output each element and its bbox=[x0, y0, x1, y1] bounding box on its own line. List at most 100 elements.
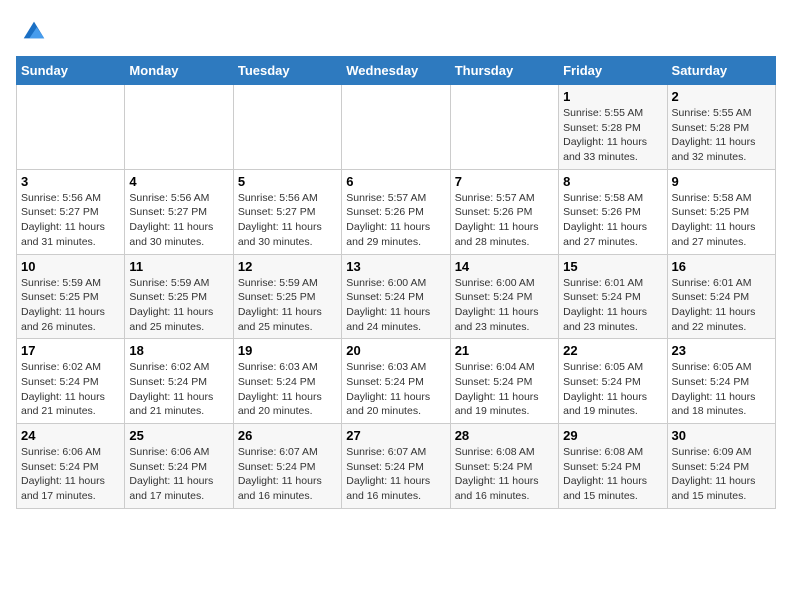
day-number: 11 bbox=[129, 259, 228, 274]
day-info: Sunrise: 6:04 AM Sunset: 5:24 PM Dayligh… bbox=[455, 360, 554, 419]
day-info: Sunrise: 6:03 AM Sunset: 5:24 PM Dayligh… bbox=[238, 360, 337, 419]
day-number: 8 bbox=[563, 174, 662, 189]
logo-icon bbox=[20, 16, 48, 44]
day-info: Sunrise: 6:07 AM Sunset: 5:24 PM Dayligh… bbox=[238, 445, 337, 504]
day-info: Sunrise: 6:03 AM Sunset: 5:24 PM Dayligh… bbox=[346, 360, 445, 419]
day-info: Sunrise: 5:57 AM Sunset: 5:26 PM Dayligh… bbox=[346, 191, 445, 250]
day-info: Sunrise: 6:08 AM Sunset: 5:24 PM Dayligh… bbox=[563, 445, 662, 504]
day-cell: 15Sunrise: 6:01 AM Sunset: 5:24 PM Dayli… bbox=[559, 254, 667, 339]
day-info: Sunrise: 5:56 AM Sunset: 5:27 PM Dayligh… bbox=[238, 191, 337, 250]
day-number: 21 bbox=[455, 343, 554, 358]
day-cell: 19 Sunrise: 6:03 AM Sunset: 5:24 PM Dayli… bbox=[233, 339, 341, 424]
day-number: 5 bbox=[238, 174, 337, 189]
day-cell bbox=[342, 85, 450, 170]
day-cell: 30 Sunrise: 6:09 AM Sunset: 5:24 PM Dayli… bbox=[667, 424, 775, 509]
day-cell: 4Sunrise: 5:56 AM Sunset: 5:27 PM Daylig… bbox=[125, 169, 233, 254]
day-number: 18 bbox=[129, 343, 228, 358]
calendar-table: SundayMondayTuesdayWednesdayThursdayFrid… bbox=[16, 56, 776, 509]
day-number: 22 bbox=[563, 343, 662, 358]
day-info: Sunrise: 5:59 AM Sunset: 5:25 PM Dayligh… bbox=[238, 276, 337, 335]
day-cell: 27Sunrise: 6:07 AM Sunset: 5:24 PM Dayli… bbox=[342, 424, 450, 509]
week-row-4: 17 Sunrise: 6:02 AM Sunset: 5:24 PM Dayli… bbox=[17, 339, 776, 424]
day-info: Sunrise: 6:01 AM Sunset: 5:24 PM Dayligh… bbox=[563, 276, 662, 335]
day-number: 17 bbox=[21, 343, 120, 358]
day-cell: 22 Sunrise: 6:05 AM Sunset: 5:24 PM Dayli… bbox=[559, 339, 667, 424]
day-cell: 12 Sunrise: 5:59 AM Sunset: 5:25 PM Dayli… bbox=[233, 254, 341, 339]
weekday-header-thursday: Thursday bbox=[450, 57, 558, 85]
logo bbox=[16, 16, 48, 44]
day-number: 3 bbox=[21, 174, 120, 189]
week-row-5: 24 Sunrise: 6:06 AM Sunset: 5:24 PM Dayli… bbox=[17, 424, 776, 509]
day-number: 1 bbox=[563, 89, 662, 104]
day-cell: 26 Sunrise: 6:07 AM Sunset: 5:24 PM Dayli… bbox=[233, 424, 341, 509]
day-cell: 18Sunrise: 6:02 AM Sunset: 5:24 PM Dayli… bbox=[125, 339, 233, 424]
day-cell bbox=[450, 85, 558, 170]
day-cell: 9Sunrise: 5:58 AM Sunset: 5:25 PM Daylig… bbox=[667, 169, 775, 254]
calendar-body: 1 Sunrise: 5:55 AM Sunset: 5:28 PM Daylig… bbox=[17, 85, 776, 509]
day-number: 19 bbox=[238, 343, 337, 358]
day-number: 10 bbox=[21, 259, 120, 274]
day-number: 23 bbox=[672, 343, 771, 358]
weekday-header-monday: Monday bbox=[125, 57, 233, 85]
weekday-header-sunday: Sunday bbox=[17, 57, 125, 85]
day-number: 12 bbox=[238, 259, 337, 274]
weekday-header-saturday: Saturday bbox=[667, 57, 775, 85]
day-cell: 6 Sunrise: 5:57 AM Sunset: 5:26 PM Daylig… bbox=[342, 169, 450, 254]
day-info: Sunrise: 6:06 AM Sunset: 5:24 PM Dayligh… bbox=[129, 445, 228, 504]
day-number: 30 bbox=[672, 428, 771, 443]
day-info: Sunrise: 6:00 AM Sunset: 5:24 PM Dayligh… bbox=[346, 276, 445, 335]
day-info: Sunrise: 5:55 AM Sunset: 5:28 PM Dayligh… bbox=[672, 106, 771, 165]
day-info: Sunrise: 5:56 AM Sunset: 5:27 PM Dayligh… bbox=[21, 191, 120, 250]
day-info: Sunrise: 6:05 AM Sunset: 5:24 PM Dayligh… bbox=[672, 360, 771, 419]
day-number: 24 bbox=[21, 428, 120, 443]
day-number: 26 bbox=[238, 428, 337, 443]
day-cell: 7 Sunrise: 5:57 AM Sunset: 5:26 PM Daylig… bbox=[450, 169, 558, 254]
day-number: 16 bbox=[672, 259, 771, 274]
weekday-header-tuesday: Tuesday bbox=[233, 57, 341, 85]
day-number: 2 bbox=[672, 89, 771, 104]
day-cell: 16 Sunrise: 6:01 AM Sunset: 5:24 PM Dayli… bbox=[667, 254, 775, 339]
day-cell bbox=[125, 85, 233, 170]
day-cell: 8 Sunrise: 5:58 AM Sunset: 5:26 PM Daylig… bbox=[559, 169, 667, 254]
day-cell: 29Sunrise: 6:08 AM Sunset: 5:24 PM Dayli… bbox=[559, 424, 667, 509]
day-number: 28 bbox=[455, 428, 554, 443]
day-cell: 1 Sunrise: 5:55 AM Sunset: 5:28 PM Daylig… bbox=[559, 85, 667, 170]
day-info: Sunrise: 5:57 AM Sunset: 5:26 PM Dayligh… bbox=[455, 191, 554, 250]
day-info: Sunrise: 6:09 AM Sunset: 5:24 PM Dayligh… bbox=[672, 445, 771, 504]
day-info: Sunrise: 5:55 AM Sunset: 5:28 PM Dayligh… bbox=[563, 106, 662, 165]
day-cell bbox=[233, 85, 341, 170]
day-info: Sunrise: 5:59 AM Sunset: 5:25 PM Dayligh… bbox=[21, 276, 120, 335]
day-info: Sunrise: 6:02 AM Sunset: 5:24 PM Dayligh… bbox=[21, 360, 120, 419]
week-row-1: 1 Sunrise: 5:55 AM Sunset: 5:28 PM Daylig… bbox=[17, 85, 776, 170]
day-number: 13 bbox=[346, 259, 445, 274]
day-cell: 25 Sunrise: 6:06 AM Sunset: 5:24 PM Dayli… bbox=[125, 424, 233, 509]
week-row-2: 3 Sunrise: 5:56 AM Sunset: 5:27 PM Daylig… bbox=[17, 169, 776, 254]
day-cell: 17 Sunrise: 6:02 AM Sunset: 5:24 PM Dayli… bbox=[17, 339, 125, 424]
day-cell: 11Sunrise: 5:59 AM Sunset: 5:25 PM Dayli… bbox=[125, 254, 233, 339]
day-cell: 5 Sunrise: 5:56 AM Sunset: 5:27 PM Daylig… bbox=[233, 169, 341, 254]
day-cell: 23 Sunrise: 6:05 AM Sunset: 5:24 PM Dayli… bbox=[667, 339, 775, 424]
day-info: Sunrise: 6:05 AM Sunset: 5:24 PM Dayligh… bbox=[563, 360, 662, 419]
day-number: 6 bbox=[346, 174, 445, 189]
day-cell bbox=[17, 85, 125, 170]
calendar-header: SundayMondayTuesdayWednesdayThursdayFrid… bbox=[17, 57, 776, 85]
day-info: Sunrise: 5:58 AM Sunset: 5:26 PM Dayligh… bbox=[563, 191, 662, 250]
day-info: Sunrise: 5:56 AM Sunset: 5:27 PM Dayligh… bbox=[129, 191, 228, 250]
week-row-3: 10 Sunrise: 5:59 AM Sunset: 5:25 PM Dayli… bbox=[17, 254, 776, 339]
day-cell: 13 Sunrise: 6:00 AM Sunset: 5:24 PM Dayli… bbox=[342, 254, 450, 339]
day-info: Sunrise: 6:06 AM Sunset: 5:24 PM Dayligh… bbox=[21, 445, 120, 504]
day-info: Sunrise: 6:00 AM Sunset: 5:24 PM Dayligh… bbox=[455, 276, 554, 335]
day-info: Sunrise: 6:01 AM Sunset: 5:24 PM Dayligh… bbox=[672, 276, 771, 335]
header-row: SundayMondayTuesdayWednesdayThursdayFrid… bbox=[17, 57, 776, 85]
day-number: 7 bbox=[455, 174, 554, 189]
day-number: 25 bbox=[129, 428, 228, 443]
day-cell: 10 Sunrise: 5:59 AM Sunset: 5:25 PM Dayli… bbox=[17, 254, 125, 339]
day-cell: 20Sunrise: 6:03 AM Sunset: 5:24 PM Dayli… bbox=[342, 339, 450, 424]
page-header bbox=[16, 16, 776, 44]
weekday-header-wednesday: Wednesday bbox=[342, 57, 450, 85]
day-cell: 2 Sunrise: 5:55 AM Sunset: 5:28 PM Daylig… bbox=[667, 85, 775, 170]
day-info: Sunrise: 6:08 AM Sunset: 5:24 PM Dayligh… bbox=[455, 445, 554, 504]
weekday-header-friday: Friday bbox=[559, 57, 667, 85]
day-cell: 28 Sunrise: 6:08 AM Sunset: 5:24 PM Dayli… bbox=[450, 424, 558, 509]
day-number: 9 bbox=[672, 174, 771, 189]
